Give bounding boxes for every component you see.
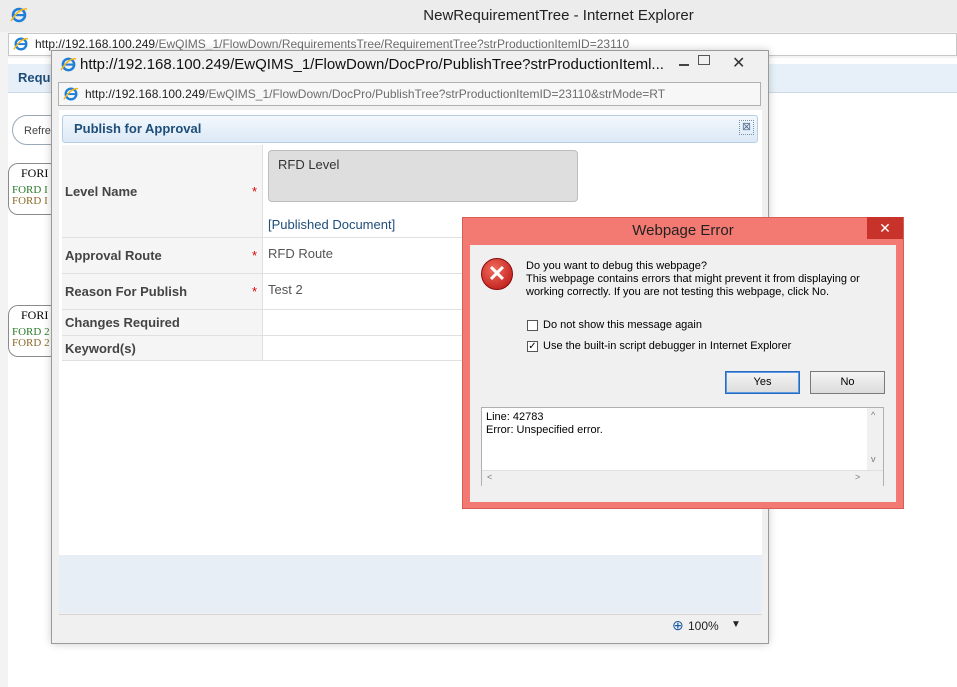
popup-address-host: http://192.168.100.249 bbox=[85, 87, 206, 101]
yes-button[interactable]: Yes bbox=[725, 371, 800, 394]
ie-page-icon bbox=[13, 36, 29, 57]
published-document-link[interactable]: [Published Document] bbox=[268, 217, 395, 232]
error-line-number: Line: 42783 bbox=[486, 411, 544, 423]
popup-window-title: http://192.168.100.249/EwQIMS_1/FlowDown… bbox=[80, 56, 664, 73]
tree-node-line: FORD 2 bbox=[12, 337, 50, 349]
zoom-icon[interactable]: ⊕ bbox=[672, 617, 684, 634]
required-marker: * bbox=[252, 284, 258, 299]
main-address-host: http://192.168.100.249 bbox=[35, 37, 156, 51]
main-address-path: /EwQIMS_1/FlowDown/RequirementsTree/Requ… bbox=[155, 37, 630, 51]
popup-page-footer bbox=[59, 555, 762, 613]
main-page-header-text: Requi bbox=[18, 70, 55, 85]
form-collapse-icon[interactable]: ⊠ bbox=[739, 120, 754, 135]
error-dialog-title: Webpage Error bbox=[632, 222, 734, 239]
keywords-label: Keyword(s) bbox=[65, 341, 136, 356]
required-marker: * bbox=[252, 248, 258, 263]
tree-node-line: FORD I bbox=[12, 195, 48, 207]
error-question: Do you want to debug this webpage? bbox=[526, 260, 708, 272]
approval-route-label: Approval Route bbox=[65, 248, 162, 263]
horizontal-scrollbar[interactable]: < > bbox=[482, 470, 883, 486]
tree-node-label: FORI bbox=[21, 308, 49, 322]
scroll-down-icon[interactable]: v bbox=[871, 454, 876, 464]
zoom-level[interactable]: 100% bbox=[688, 619, 719, 633]
maximize-button[interactable] bbox=[698, 55, 710, 65]
approval-route-value[interactable]: RFD Route bbox=[268, 246, 333, 261]
zoom-dropdown-icon[interactable]: ▼ bbox=[731, 619, 741, 630]
minimize-button[interactable] bbox=[674, 56, 694, 70]
popup-address-path: /EwQIMS_1/FlowDown/DocPro/PublishTree?st… bbox=[205, 87, 666, 101]
error-message: This webpage contains errors that might … bbox=[526, 273, 860, 298]
scroll-right-icon[interactable]: > bbox=[855, 472, 860, 482]
reason-value[interactable]: Test 2 bbox=[268, 282, 303, 297]
use-debugger-label: Use the built-in script debugger in Inte… bbox=[543, 340, 792, 352]
scroll-left-icon[interactable]: < bbox=[487, 472, 492, 482]
tree-node-label: FORI bbox=[21, 166, 49, 180]
close-button[interactable]: ✕ bbox=[732, 53, 745, 73]
no-button[interactable]: No bbox=[810, 371, 885, 394]
error-icon: ✕ bbox=[481, 258, 513, 290]
error-close-button[interactable]: ✕ bbox=[867, 217, 903, 239]
status-bar bbox=[59, 614, 762, 639]
use-debugger-checkbox[interactable]: ✓ bbox=[527, 341, 538, 352]
main-window-title: NewRequirementTree - Internet Explorer bbox=[423, 7, 694, 24]
dont-show-label: Do not show this message again bbox=[543, 319, 702, 331]
changes-required-label: Changes Required bbox=[65, 315, 180, 330]
required-marker: * bbox=[252, 184, 258, 199]
level-name-label: Level Name bbox=[65, 184, 138, 199]
ie-logo-icon bbox=[60, 56, 77, 78]
popup-address-text: http://192.168.100.249/EwQIMS_1/FlowDown… bbox=[85, 83, 665, 105]
popup-address-bar[interactable]: http://192.168.100.249/EwQIMS_1/FlowDown… bbox=[58, 82, 761, 106]
level-name-value: RFD Level bbox=[278, 157, 340, 172]
reason-label: Reason For Publish bbox=[65, 284, 188, 299]
scroll-up-icon[interactable]: ^ bbox=[871, 410, 875, 420]
form-title: Publish for Approval bbox=[74, 121, 202, 136]
ie-page-icon bbox=[63, 86, 79, 107]
error-detail-text: Error: Unspecified error. bbox=[486, 424, 603, 436]
dont-show-checkbox[interactable] bbox=[527, 320, 538, 331]
vertical-scrollbar[interactable]: ^ v bbox=[867, 408, 883, 470]
minimize-icon bbox=[679, 64, 689, 66]
